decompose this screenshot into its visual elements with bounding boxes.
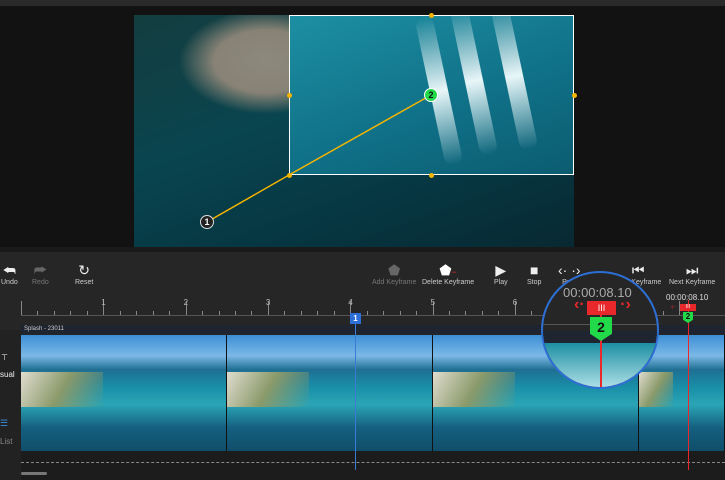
play-button[interactable]: ▶ Play	[494, 262, 508, 286]
motion-path	[206, 94, 432, 223]
ruler-label: 5	[430, 298, 435, 307]
undo-icon: ⮪	[2, 262, 16, 278]
ruler-tick	[333, 311, 335, 315]
ruler-tick	[531, 311, 533, 315]
ruler-tick	[37, 311, 39, 315]
ruler-label: 3	[265, 298, 271, 307]
resize-handle[interactable]	[429, 173, 434, 178]
playhead-line	[355, 318, 356, 470]
ruler-tick	[119, 311, 121, 315]
ruler-tick	[21, 301, 22, 315]
resize-handle[interactable]	[287, 173, 292, 178]
track-divider	[21, 462, 725, 463]
reset-button[interactable]: ↻ Reset	[75, 262, 93, 286]
ruler-tick	[152, 311, 154, 315]
clip-thumbnail	[227, 335, 433, 451]
video-preview: 1 2	[0, 0, 725, 247]
ruler-tick	[251, 311, 253, 315]
resize-handle[interactable]	[429, 13, 434, 18]
ruler-tick	[399, 311, 401, 315]
next-keyframe-button[interactable]: ⏭ Next Keyframe	[669, 262, 715, 286]
add-keyframe-button[interactable]: ⬟ Add Keyframe	[372, 262, 416, 286]
ruler-tick	[284, 311, 286, 315]
delete-keyframe-button[interactable]: ⬟− Delete Keyframe	[422, 262, 474, 286]
ruler-tick	[234, 311, 236, 315]
ruler-tick	[481, 311, 483, 315]
ruler-label: 1	[101, 298, 106, 307]
ruler-tick	[465, 311, 467, 315]
current-time: 00:00:08.10	[666, 293, 709, 302]
reset-icon: ↻	[78, 262, 91, 278]
ruler-tick	[136, 311, 138, 315]
ruler-tick	[662, 311, 664, 315]
redo-icon: ⮫	[33, 262, 47, 278]
keyframe-point-1[interactable]: 1	[200, 215, 214, 229]
ruler-tick	[416, 311, 418, 315]
ruler-tick	[53, 311, 55, 315]
keyframe-line	[688, 300, 689, 470]
ruler-tick	[86, 311, 88, 315]
list-tab[interactable]: List	[0, 437, 12, 446]
add-keyframe-icon: ⬟	[388, 262, 401, 278]
side-panel: ⊤ sual ☰ List	[0, 330, 21, 480]
magnified-keyframe-handle: III	[587, 301, 616, 315]
ruler-tick	[70, 311, 72, 315]
ruler-label: 6	[512, 298, 518, 307]
ruler-tick	[366, 311, 368, 315]
ruler-tick	[202, 311, 204, 315]
ruler-tick	[317, 311, 319, 315]
visual-icon: ⊤	[1, 353, 8, 362]
visual-tab[interactable]: sual	[0, 370, 15, 379]
delete-keyframe-icon: ⬟−	[439, 262, 457, 278]
clip-thumbnail	[21, 335, 227, 451]
ruler-label: 2	[183, 298, 189, 307]
ruler-tick	[300, 311, 302, 315]
next-keyframe-icon: ⏭	[685, 262, 699, 278]
keyframe-point-2[interactable]: 2	[424, 88, 438, 102]
list-icon: ☰	[0, 418, 9, 428]
resize-handle[interactable]	[287, 93, 292, 98]
resize-handle[interactable]	[572, 93, 577, 98]
play-icon: ▶	[495, 262, 507, 278]
ruler-tick	[218, 311, 220, 315]
ruler-tick	[383, 311, 385, 315]
undo-button[interactable]: ⮪ Undo	[1, 262, 18, 286]
stop-button[interactable]: ■ Stop	[527, 262, 541, 286]
ruler-tick	[169, 311, 171, 315]
ruler-tick	[498, 311, 500, 315]
horizontal-scrollbar[interactable]	[21, 472, 47, 475]
stop-icon: ■	[529, 262, 539, 278]
redo-button[interactable]: ⮫ Redo	[32, 262, 49, 286]
audio-track	[21, 451, 725, 480]
keyframe-arrows: ‹· ·›	[671, 302, 695, 311]
playhead-marker[interactable]: 1	[350, 313, 361, 324]
ruler-label: 4	[348, 298, 353, 307]
ruler-tick	[448, 311, 450, 315]
magnifier-lens: 00:00:08.10 ‹· ·› III 2	[541, 271, 659, 389]
